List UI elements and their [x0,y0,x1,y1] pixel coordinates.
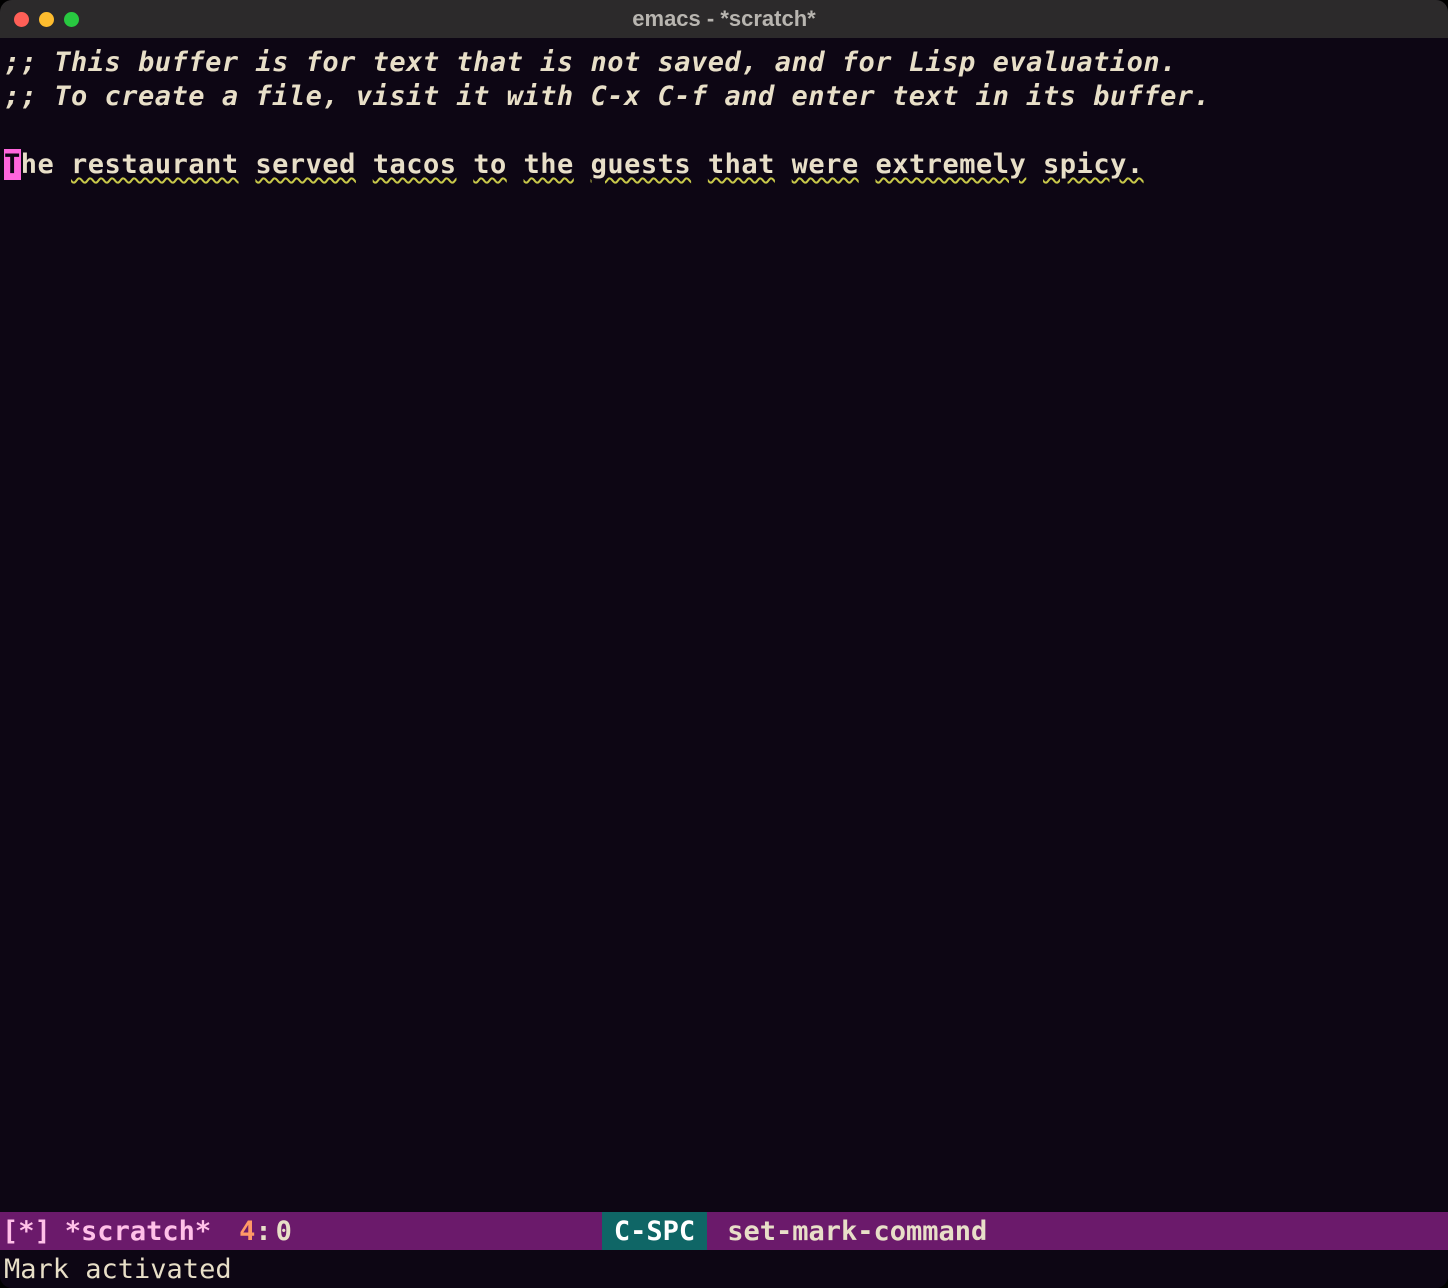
traffic-lights [0,12,79,27]
flyspell-word: spicy. [1043,149,1144,180]
flyspell-word: to [473,149,507,180]
flyspell-word: were [792,149,859,180]
maximize-icon[interactable] [64,12,79,27]
modeline-colon: : [255,1216,271,1247]
content-line: The restaurant served tacos to the guest… [4,149,1144,180]
comment-line-1: ;; This buffer is for text that is not s… [4,47,1177,78]
flyspell-word: restaurant [71,149,239,180]
echo-area: Mark activated [0,1250,1448,1288]
modeline-keybind: C-SPC [602,1212,707,1250]
cursor: T [4,149,21,180]
flyspell-word: that [708,149,775,180]
emacs-window: emacs - *scratch* ;; This buffer is for … [0,0,1448,1288]
minimize-icon[interactable] [39,12,54,27]
flyspell-word: the [524,149,574,180]
modeline-modified-indicator: * [18,1216,34,1247]
comment-line-2: ;; To create a file, visit it with C-x C… [4,81,1210,112]
modeline-line-number: 4 [239,1216,255,1247]
echo-message: Mark activated [4,1254,232,1285]
flyspell-word: tacos [373,149,457,180]
flyspell-word: extremely [875,149,1026,180]
titlebar: emacs - *scratch* [0,0,1448,38]
modeline-column-number: 0 [276,1216,292,1247]
modeline-keybind-wrap: C-SPC set-mark-command [602,1212,987,1250]
modeline-buffer-name[interactable]: *scratch* [65,1216,211,1247]
text-fragment: he [21,149,55,180]
editor-area[interactable]: ;; This buffer is for text that is not s… [0,38,1448,1212]
modeline-bracket-close: ] [35,1216,51,1247]
window-title: emacs - *scratch* [632,6,815,32]
flyspell-word: served [255,149,356,180]
modeline-command: set-mark-command [727,1216,987,1247]
close-icon[interactable] [14,12,29,27]
modeline-bracket-open: [ [2,1216,18,1247]
mode-line[interactable]: [*] *scratch* 4:0 C-SPC set-mark-command [0,1212,1448,1250]
flyspell-word: guests [591,149,692,180]
